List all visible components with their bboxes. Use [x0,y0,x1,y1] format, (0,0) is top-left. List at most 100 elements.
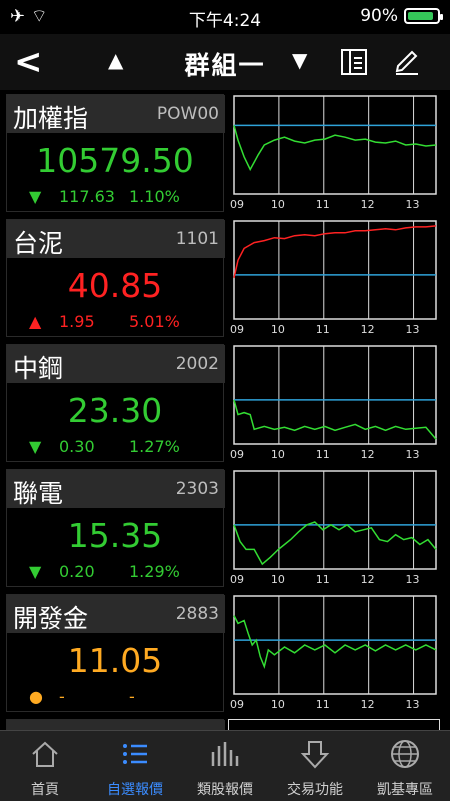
tab-globe[interactable]: 凱基專區 [360,731,450,801]
flat-dot-icon: ● [29,687,43,706]
tab-home[interactable]: 首頁 [0,731,90,801]
down-arrow-icon: ▼ [29,437,42,456]
stock-info[interactable]: 中鋼 2002 23.30 ▼ 0.30 1.27% [6,344,225,462]
battery-percent: 90% [360,6,398,26]
change-percent: - [129,687,135,706]
x-tick-label: 11 [316,448,330,461]
bar-chart-icon [211,742,239,766]
x-tick-label: 12 [361,323,375,336]
group-title[interactable]: 群組一 [0,46,450,82]
stock-code: POW00 [156,104,219,124]
stock-code: 2303 [175,479,219,499]
stock-name: 聯電 [13,479,64,508]
x-tick-label: 11 [316,323,330,336]
stock-info[interactable]: 開發金 2883 11.05 ● - - [6,594,225,712]
x-tick-label: 09 [230,448,244,461]
stock-price: 40.85 [67,266,163,305]
intraday-chart[interactable]: 09 10 11 12 13 [228,469,440,587]
stock-row-partial[interactable] [6,719,444,730]
trade-icon [300,741,330,769]
change-percent: 5.01% [129,312,180,331]
stock-header: 開發金 2883 [7,595,225,633]
stock-info [6,719,225,730]
x-tick-label: 10 [271,698,285,711]
change-value: 1.95 [59,312,95,331]
intraday-chart[interactable]: 09 10 11 12 13 [228,344,440,462]
stock-header: 台泥 1101 [7,220,225,258]
stock-code: 2002 [175,354,219,374]
stock-code: 1101 [175,229,219,249]
tab-label: 類股報價 [197,782,253,798]
stock-row[interactable]: 聯電 2303 15.35 ▼ 0.20 1.29% 09 10 11 12 13 [6,469,444,587]
watchlist[interactable]: 加權指 POW00 10579.50 ▼ 117.63 1.10% 09 10 11… [0,90,450,730]
x-tick-label: 13 [406,448,420,461]
stock-row[interactable]: 台泥 1101 40.85 ▲ 1.95 5.01% 09 10 11 12 13 [6,219,444,337]
down-arrow-icon: ▼ [29,187,42,206]
x-tick-label: 09 [230,323,244,336]
stock-info[interactable]: 加權指 POW00 10579.50 ▼ 117.63 1.10% [6,94,225,212]
x-tick-label: 09 [230,198,244,211]
stock-name: 台泥 [13,229,64,258]
stock-info[interactable]: 台泥 1101 40.85 ▲ 1.95 5.01% [6,219,225,337]
x-tick-label: 12 [361,448,375,461]
stock-header: 中鋼 2002 [7,345,225,383]
stock-name: 開發金 [13,604,89,633]
tab-label: 自選報價 [107,782,163,798]
stock-name: 中鋼 [13,354,64,383]
stock-header: 加權指 POW00 [7,95,225,133]
stock-header: 聯電 2303 [7,470,225,508]
stock-price: 23.30 [67,391,163,430]
stock-info[interactable]: 聯電 2303 15.35 ▼ 0.20 1.29% [6,469,225,587]
tab-label: 交易功能 [287,782,343,798]
tab-label: 凱基專區 [377,782,433,798]
intraday-chart[interactable]: 09 10 11 12 13 [228,594,440,712]
tab-bar: 首頁 自選報價 類股報價 交易功能 凱基專區 [0,730,450,801]
status-bar: ✈ ⌔ 下午4:24 90% [0,0,450,34]
tab-list[interactable]: 自選報價 [90,731,180,801]
tab-bar-chart[interactable]: 類股報價 [180,731,270,801]
x-tick-label: 11 [316,698,330,711]
stock-row[interactable]: 中鋼 2002 23.30 ▼ 0.30 1.27% 09 10 11 12 13 [6,344,444,462]
intraday-chart [228,719,440,730]
intraday-chart[interactable]: 09 10 11 12 13 [228,219,440,337]
x-tick-label: 10 [271,448,285,461]
change-value: 0.30 [59,437,95,456]
x-tick-label: 09 [230,573,244,586]
stock-price: 11.05 [67,641,163,680]
stock-row[interactable]: 加權指 POW00 10579.50 ▼ 117.63 1.10% 09 10 11… [6,94,444,212]
stock-row[interactable]: 開發金 2883 11.05 ● - - 09 10 11 12 13 [6,594,444,712]
list-icon [123,744,147,764]
x-tick-label: 12 [361,698,375,711]
change-percent: 1.29% [129,562,180,581]
home-icon [32,741,58,767]
tab-label: 首頁 [31,782,59,798]
battery-icon [404,8,443,24]
x-tick-label: 13 [406,198,420,211]
next-group-button[interactable]: ▼ [292,48,307,72]
x-tick-label: 13 [406,323,420,336]
x-tick-label: 13 [406,698,420,711]
stock-code: 2883 [175,604,219,624]
change-value: - [59,687,65,706]
x-tick-label: 10 [271,198,285,211]
x-tick-label: 12 [361,573,375,586]
x-tick-label: 11 [316,573,330,586]
up-arrow-icon: ▲ [29,312,42,331]
x-tick-label: 12 [361,198,375,211]
layout-icon[interactable] [340,48,368,76]
x-tick-label: 10 [271,323,285,336]
x-tick-label: 13 [406,573,420,586]
stock-header [7,720,225,730]
globe-icon [391,740,419,768]
change-percent: 1.27% [129,437,180,456]
edit-icon[interactable] [392,46,422,76]
stock-price: 10579.50 [36,141,194,180]
change-value: 117.63 [59,187,115,206]
x-tick-label: 11 [316,198,330,211]
battery-status: 90% [360,6,443,26]
change-value: 0.20 [59,562,95,581]
down-arrow-icon: ▼ [29,562,42,581]
tab-trade[interactable]: 交易功能 [270,731,360,801]
intraday-chart[interactable]: 09 10 11 12 13 [228,94,440,212]
x-tick-label: 10 [271,573,285,586]
